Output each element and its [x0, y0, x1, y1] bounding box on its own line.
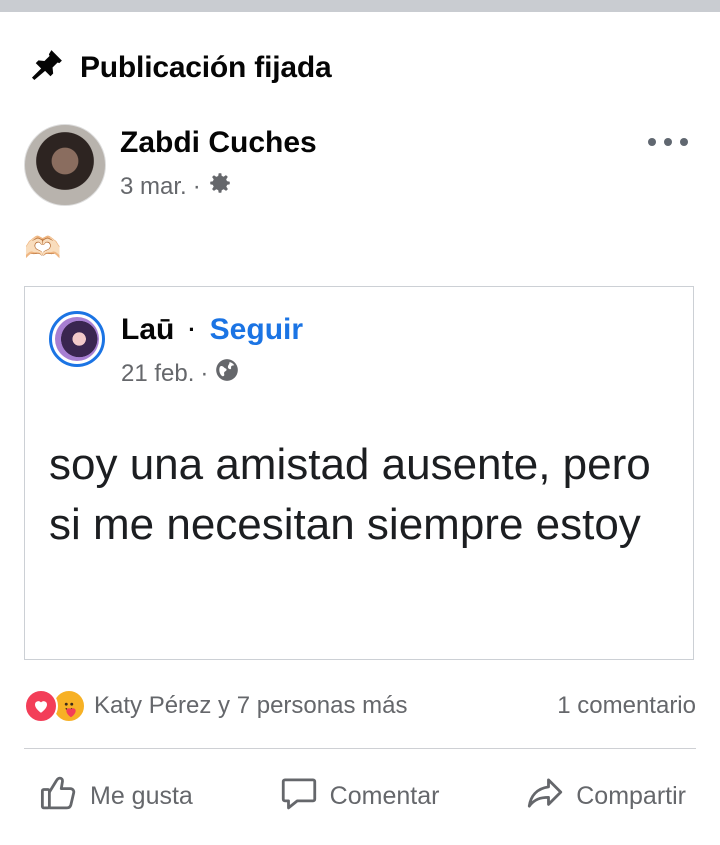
shared-author-avatar[interactable]: [49, 311, 105, 367]
like-label: Me gusta: [90, 781, 193, 810]
love-reaction-icon: [24, 689, 58, 723]
more-dot: [664, 138, 672, 146]
reaction-summary[interactable]: Katy Pérez y 7 personas más: [94, 692, 407, 720]
author-name[interactable]: Zabdi Cuches: [120, 126, 317, 160]
comment-icon: [278, 772, 330, 821]
post-time[interactable]: 3 mar.: [120, 173, 187, 201]
shared-author-separator: ·: [188, 317, 196, 342]
more-dot: [680, 138, 688, 146]
post-body-emoji: 🫶🏻: [24, 232, 62, 265]
pinned-label: Publicación fijada: [80, 50, 332, 84]
reactions-bar: Katy Pérez y 7 personas más 1 comentario: [24, 688, 696, 724]
more-dot: [648, 138, 656, 146]
follow-button[interactable]: Seguir: [210, 313, 303, 347]
shared-post-meta: 21 feb. ·: [121, 357, 240, 390]
divider: [24, 748, 696, 749]
pinned-post-header: Publicación fijada: [28, 46, 332, 89]
shared-author-name[interactable]: Laū: [121, 313, 174, 347]
post-meta: 3 mar. ·: [120, 170, 233, 203]
globe-icon: [214, 357, 240, 390]
shared-post-card[interactable]: Laū · Seguir 21 feb. · soy una amistad a…: [24, 286, 694, 660]
comment-label: Comentar: [329, 781, 440, 810]
more-options-button[interactable]: [648, 130, 688, 154]
comment-button[interactable]: Comentar: [278, 772, 440, 821]
shared-post-time[interactable]: 21 feb.: [121, 360, 194, 388]
thumbs-up-icon: [38, 772, 90, 821]
author-avatar[interactable]: [24, 124, 106, 206]
reaction-icons[interactable]: [24, 689, 86, 723]
post-actions: Me gusta Comentar Compartir: [24, 770, 696, 822]
meta-separator: ·: [192, 172, 201, 200]
share-label: Compartir: [576, 781, 686, 810]
shared-author-row: Laū · Seguir: [121, 313, 303, 347]
share-arrow-icon: [524, 772, 576, 821]
post-header: Zabdi Cuches 3 mar. ·: [24, 124, 696, 208]
top-separator-bar: [0, 0, 720, 12]
shared-post-text: soy una amistad ausente, pero si me nece…: [49, 440, 651, 549]
like-button[interactable]: Me gusta: [38, 772, 193, 821]
gear-icon: [207, 170, 233, 203]
comment-count[interactable]: 1 comentario: [557, 692, 696, 720]
shared-meta-separator: ·: [200, 359, 209, 387]
pin-icon: [28, 46, 66, 89]
share-button[interactable]: Compartir: [524, 772, 686, 821]
